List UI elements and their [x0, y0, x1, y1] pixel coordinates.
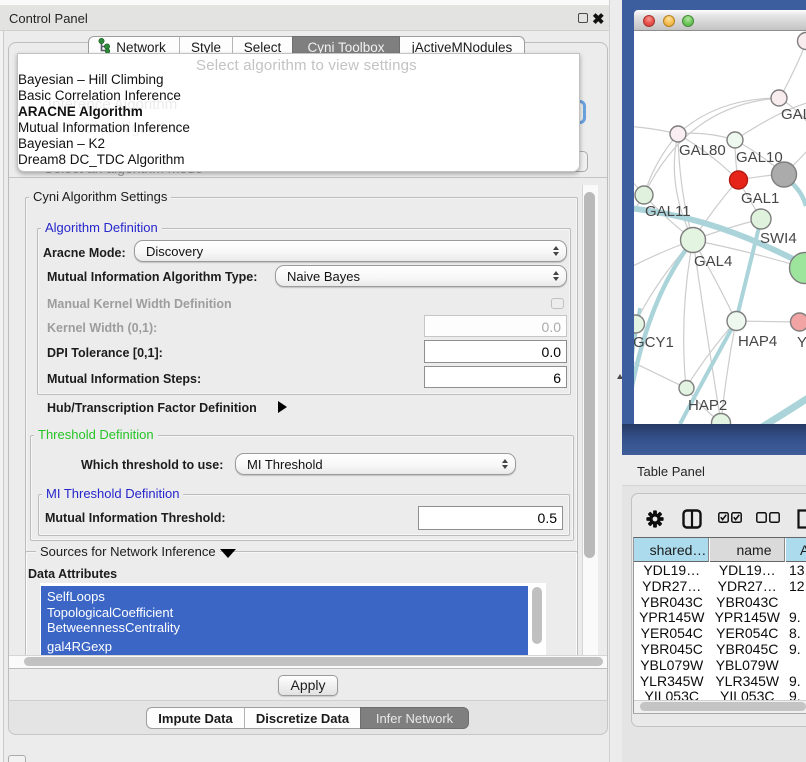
- svg-text:GAL11: GAL11: [645, 203, 691, 220]
- svg-text:GAL10: GAL10: [736, 149, 783, 166]
- svg-text:YJ: YJ: [797, 334, 806, 351]
- svg-text:GAL80: GAL80: [679, 142, 726, 159]
- svg-text:HAP2: HAP2: [688, 397, 727, 414]
- svg-text:GAL1: GAL1: [741, 190, 779, 207]
- svg-text:GAL4: GAL4: [694, 253, 732, 270]
- svg-text:HAP4: HAP4: [738, 333, 777, 350]
- svg-text:GCY1: GCY1: [634, 334, 674, 351]
- svg-text:SWI4: SWI4: [760, 230, 797, 247]
- svg-text:GAL7: GAL7: [781, 106, 806, 123]
